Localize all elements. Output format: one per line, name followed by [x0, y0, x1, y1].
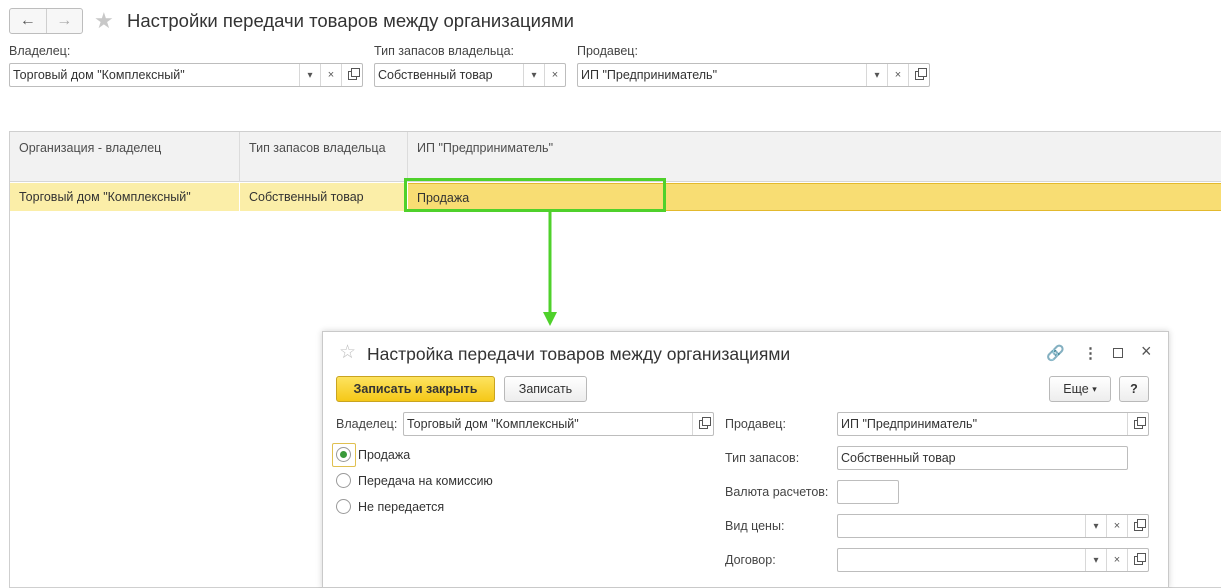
open-button[interactable] — [1127, 549, 1148, 571]
radio-unselected-icon — [336, 499, 351, 514]
column-header-stock-type[interactable]: Тип запасов владельца — [240, 132, 408, 182]
radio-label: Продажа — [358, 447, 411, 462]
owner-filter-label: Владелец: — [9, 44, 71, 58]
stock-type-filter-field[interactable]: Собственный товар ▾ × — [374, 63, 566, 87]
arrow-left-icon: ← — [19, 12, 36, 29]
currency-label: Валюта расчетов: — [725, 485, 829, 499]
clear-button[interactable]: × — [1106, 549, 1127, 571]
open-button[interactable] — [341, 64, 362, 86]
price-type-value[interactable] — [838, 515, 1085, 537]
seller-filter-value[interactable]: ИП "Предприниматель" — [578, 64, 866, 86]
radio-option-not-transferred[interactable]: Не передается — [336, 499, 444, 514]
forward-button[interactable]: → — [45, 9, 83, 33]
open-button[interactable] — [1127, 515, 1148, 537]
owner-field[interactable]: Торговый дом "Комплексный" — [403, 412, 714, 436]
seller-label: Продавец: — [725, 417, 786, 431]
radio-selected-icon — [336, 447, 351, 462]
back-button[interactable]: ← — [10, 9, 46, 33]
open-icon — [1133, 416, 1146, 429]
seller-value[interactable]: ИП "Предприниматель" — [838, 413, 1127, 435]
close-icon: × — [551, 69, 559, 81]
seller-filter-label: Продавец: — [577, 44, 638, 58]
more-vertical-icon[interactable]: ⋮ — [1083, 344, 1098, 362]
star-icon[interactable]: ★ — [94, 10, 114, 32]
table-cell[interactable]: Торговый дом "Комплексный" — [10, 183, 240, 211]
close-icon: × — [327, 69, 335, 81]
stock-type-label: Тип запасов: — [725, 451, 800, 465]
dialog-title: Настройка передачи товаров между организ… — [367, 344, 791, 364]
radio-option-sale[interactable]: Продажа — [336, 447, 410, 462]
table-cell[interactable]: Собственный товар — [240, 183, 408, 211]
chevron-down-icon: ▾ — [1093, 554, 1099, 566]
star-icon[interactable]: ☆ — [339, 343, 356, 362]
open-button[interactable] — [692, 413, 713, 435]
close-icon: × — [894, 69, 902, 81]
contract-value[interactable] — [838, 549, 1085, 571]
caret-down-icon: ▾ — [1092, 383, 1097, 394]
owner-filter-field[interactable]: Торговый дом "Комплексный" ▾ × — [9, 63, 363, 87]
stock-type-filter-value[interactable]: Собственный товар — [375, 64, 523, 86]
clear-button[interactable]: × — [320, 64, 341, 86]
open-icon — [1133, 552, 1146, 565]
open-button[interactable] — [908, 64, 929, 86]
dropdown-button[interactable]: ▾ — [1085, 549, 1106, 571]
stock-type-field: Собственный товар — [837, 446, 1128, 470]
radio-unselected-icon — [336, 473, 351, 488]
more-button[interactable]: Еще ▾ — [1049, 376, 1111, 402]
owner-filter-value[interactable]: Торговый дом "Комплексный" — [10, 64, 299, 86]
chevron-down-icon: ▾ — [531, 69, 537, 81]
radio-label: Передача на комиссию — [358, 473, 493, 488]
maximize-icon[interactable] — [1113, 345, 1123, 358]
column-header-seller[interactable]: ИП "Предприниматель" — [408, 132, 1221, 182]
table-header: Организация - владелец Тип запасов владе… — [10, 132, 1221, 182]
link-icon[interactable]: 🔗 — [1046, 344, 1065, 362]
clear-button[interactable]: × — [887, 64, 908, 86]
contract-label: Договор: — [725, 553, 776, 567]
navigation-buttons: ← → — [9, 8, 83, 34]
stock-type-value: Собственный товар — [841, 451, 956, 465]
seller-filter-field[interactable]: ИП "Предприниматель" ▾ × — [577, 63, 930, 87]
arrow-right-icon: → — [56, 12, 73, 29]
clear-button[interactable]: × — [1106, 515, 1127, 537]
dropdown-button[interactable]: ▾ — [523, 64, 544, 86]
currency-value[interactable] — [838, 481, 898, 503]
close-icon: × — [1113, 520, 1121, 532]
radio-option-commission[interactable]: Передача на комиссию — [336, 473, 493, 488]
open-icon — [1133, 518, 1146, 531]
owner-value[interactable]: Торговый дом "Комплексный" — [404, 413, 692, 435]
close-icon[interactable]: × — [1141, 341, 1152, 362]
owner-label: Владелец: — [336, 417, 398, 431]
help-button[interactable]: ? — [1119, 376, 1149, 402]
radio-label: Не передается — [358, 499, 445, 514]
chevron-down-icon: ▾ — [1093, 520, 1099, 532]
open-icon — [347, 67, 360, 80]
contract-field[interactable]: ▾ × — [837, 548, 1149, 572]
stock-type-filter-label: Тип запасов владельца: — [374, 44, 514, 58]
more-button-label: Еще — [1063, 382, 1089, 396]
price-type-label: Вид цены: — [725, 519, 785, 533]
page-title: Настройки передачи товаров между организ… — [127, 10, 575, 31]
chevron-down-icon: ▾ — [307, 69, 313, 81]
open-icon — [698, 416, 711, 429]
dropdown-button[interactable]: ▾ — [866, 64, 887, 86]
dropdown-button[interactable]: ▾ — [1085, 515, 1106, 537]
currency-field[interactable] — [837, 480, 899, 504]
close-icon: × — [1113, 554, 1121, 566]
chevron-down-icon: ▾ — [874, 69, 880, 81]
save-and-close-button[interactable]: Записать и закрыть — [336, 376, 495, 402]
price-type-field[interactable]: ▾ × — [837, 514, 1149, 538]
dropdown-button[interactable]: ▾ — [299, 64, 320, 86]
clear-button[interactable]: × — [544, 64, 565, 86]
open-icon — [914, 67, 927, 80]
seller-field[interactable]: ИП "Предприниматель" — [837, 412, 1149, 436]
open-button[interactable] — [1127, 413, 1148, 435]
column-header-owner-org[interactable]: Организация - владелец — [10, 132, 240, 182]
arrow-annotation — [543, 210, 557, 326]
save-button[interactable]: Записать — [504, 376, 587, 402]
settings-dialog: ☆ Настройка передачи товаров между орган… — [322, 331, 1169, 588]
highlight-box — [404, 178, 666, 212]
